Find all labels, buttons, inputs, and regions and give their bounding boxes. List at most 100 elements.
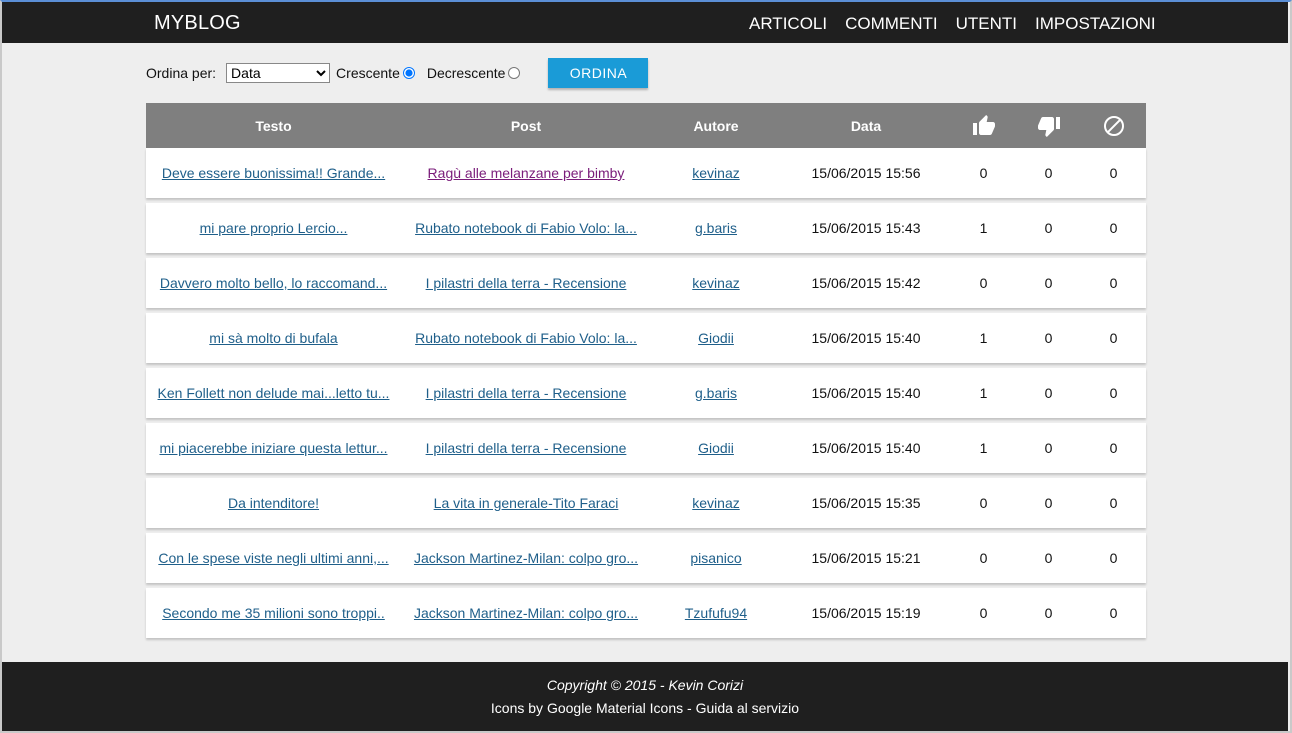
likes-count: 0 xyxy=(979,495,988,511)
post-link[interactable]: Rubato notebook di Fabio Volo: la... xyxy=(401,330,651,346)
author-link[interactable]: kevinaz xyxy=(651,495,781,511)
author-link[interactable]: pisanico xyxy=(651,550,781,566)
sort-toolbar: Ordina per: Data Crescente Decrescente O… xyxy=(146,58,649,88)
comment-date: 15/06/2015 15:40 xyxy=(811,385,921,401)
table-row: Secondo me 35 milioni sono troppi.. Jacks… xyxy=(146,588,1146,638)
comment-date: 15/06/2015 15:35 xyxy=(811,495,921,511)
dislikes-count: 0 xyxy=(1044,165,1053,181)
author-link[interactable]: Giodii xyxy=(651,330,781,346)
blocked-count: 0 xyxy=(1109,385,1118,401)
likes-count: 1 xyxy=(979,220,988,236)
credits-text: Icons by Google Material Icons - Guida a… xyxy=(490,700,800,716)
likes-count: 1 xyxy=(979,385,988,401)
dislikes-count: 0 xyxy=(1044,605,1053,621)
post-link[interactable]: Jackson Martinez-Milan: colpo gro... xyxy=(401,605,651,621)
nav-articoli[interactable]: ARTICOLI xyxy=(749,14,827,34)
blocked-count: 0 xyxy=(1109,220,1118,236)
blocked-count: 0 xyxy=(1109,275,1118,291)
likes-count: 1 xyxy=(979,440,988,456)
post-link[interactable]: I pilastri della terra - Recensione xyxy=(401,275,651,291)
blocked-count: 0 xyxy=(1109,605,1118,621)
blocked-count: 0 xyxy=(1109,440,1118,456)
table-row: mi sà molto di bufala Rubato notebook di … xyxy=(146,313,1146,363)
comment-date: 15/06/2015 15:42 xyxy=(811,275,921,291)
dislikes-count: 0 xyxy=(1044,330,1053,346)
nav-utenti[interactable]: UTENTI xyxy=(956,14,1017,34)
blocked-count: 0 xyxy=(1109,165,1118,181)
table-row: Da intenditore! La vita in generale-Tito … xyxy=(146,478,1146,528)
likes-count: 0 xyxy=(979,605,988,621)
blocked-count: 0 xyxy=(1109,550,1118,566)
comment-text-link[interactable]: Ken Follett non delude mai...letto tu... xyxy=(146,385,401,401)
comment-date: 15/06/2015 15:19 xyxy=(811,605,921,621)
table-row: mi piacerebbe iniziare questa lettur... I… xyxy=(146,423,1146,473)
dislikes-count: 0 xyxy=(1044,385,1053,401)
order-select[interactable]: Data xyxy=(226,63,331,83)
author-link[interactable]: kevinaz xyxy=(651,275,781,291)
dislikes-count: 0 xyxy=(1044,220,1053,236)
asc-radio[interactable] xyxy=(402,67,415,79)
table-row: Con le spese viste negli ultimi anni,...… xyxy=(146,533,1146,583)
comment-text-link[interactable]: Da intenditore! xyxy=(146,495,401,511)
table-body: Deve essere buonissima!! Grande... Ragù a… xyxy=(146,148,1146,638)
desc-label: Decrescente xyxy=(426,65,506,81)
likes-count: 0 xyxy=(979,275,988,291)
author-link[interactable]: Giodii xyxy=(651,440,781,456)
likes-count: 0 xyxy=(979,550,988,566)
table-row: Davvero molto bello, lo raccomand... I pi… xyxy=(146,258,1146,308)
thumb-down-icon[interactable] xyxy=(1016,114,1081,138)
post-link[interactable]: Rubato notebook di Fabio Volo: la... xyxy=(401,220,651,236)
header-author[interactable]: Autore xyxy=(651,118,781,134)
blocked-count: 0 xyxy=(1109,330,1118,346)
dislikes-count: 0 xyxy=(1044,440,1053,456)
dislikes-count: 0 xyxy=(1044,495,1053,511)
table-row: Ken Follett non delude mai...letto tu...… xyxy=(146,368,1146,418)
likes-count: 1 xyxy=(979,330,988,346)
comments-table: Testo Post Autore Data Deve essere buoni… xyxy=(146,103,1146,643)
post-link[interactable]: I pilastri della terra - Recensione xyxy=(401,440,651,456)
block-icon[interactable] xyxy=(1081,114,1146,138)
dislikes-count: 0 xyxy=(1044,550,1053,566)
comment-date: 15/06/2015 15:43 xyxy=(811,220,921,236)
header-date[interactable]: Data xyxy=(781,118,951,134)
comment-text-link[interactable]: Con le spese viste negli ultimi anni,... xyxy=(146,550,401,566)
author-link[interactable]: kevinaz xyxy=(651,165,781,181)
comment-text-link[interactable]: Secondo me 35 milioni sono troppi.. xyxy=(146,605,401,621)
nav-impostazioni[interactable]: IMPOSTAZIONI xyxy=(1035,14,1156,34)
author-link[interactable]: Tzufufu94 xyxy=(651,605,781,621)
comment-date: 15/06/2015 15:56 xyxy=(811,165,921,181)
table-row: Deve essere buonissima!! Grande... Ragù a… xyxy=(146,148,1146,198)
comment-date: 15/06/2015 15:40 xyxy=(811,330,921,346)
comment-text-link[interactable]: mi piacerebbe iniziare questa lettur... xyxy=(146,440,401,456)
header-post[interactable]: Post xyxy=(401,118,651,134)
likes-count: 0 xyxy=(979,165,988,181)
comment-text-link[interactable]: Davvero molto bello, lo raccomand... xyxy=(146,275,401,291)
desc-radio[interactable] xyxy=(508,67,521,79)
brand-logo[interactable]: MYBLOG xyxy=(154,12,241,35)
comment-text-link[interactable]: mi pare proprio Lercio... xyxy=(146,220,401,236)
post-link[interactable]: Ragù alle melanzane per bimby xyxy=(401,165,651,181)
table-row: mi pare proprio Lercio... Rubato notebook… xyxy=(146,203,1146,253)
author-link[interactable]: g.baris xyxy=(651,220,781,236)
post-link[interactable]: Jackson Martinez-Milan: colpo gro... xyxy=(401,550,651,566)
thumb-up-icon[interactable] xyxy=(951,114,1016,138)
copyright-text: Copyright © 2015 - Kevin Corizi xyxy=(546,677,744,693)
footer: Copyright © 2015 - Kevin Corizi Icons by… xyxy=(2,662,1288,731)
table-header: Testo Post Autore Data xyxy=(146,103,1146,148)
nav-commenti[interactable]: COMMENTI xyxy=(845,14,938,34)
dislikes-count: 0 xyxy=(1044,275,1053,291)
author-link[interactable]: g.baris xyxy=(651,385,781,401)
comment-text-link[interactable]: mi sà molto di bufala xyxy=(146,330,401,346)
asc-label: Crescente xyxy=(336,65,400,81)
order-label: Ordina per: xyxy=(146,65,217,81)
post-link[interactable]: La vita in generale-Tito Faraci xyxy=(401,495,651,511)
comment-text-link[interactable]: Deve essere buonissima!! Grande... xyxy=(146,165,401,181)
header-text[interactable]: Testo xyxy=(146,118,401,134)
main-menu: ARTICOLI COMMENTI UTENTI IMPOSTAZIONI xyxy=(749,14,1174,34)
top-navbar: MYBLOG ARTICOLI COMMENTI UTENTI IMPOSTAZ… xyxy=(2,2,1288,43)
blocked-count: 0 xyxy=(1109,495,1118,511)
post-link[interactable]: I pilastri della terra - Recensione xyxy=(401,385,651,401)
sort-button[interactable]: ORDINA xyxy=(548,58,649,88)
comment-date: 15/06/2015 15:21 xyxy=(811,550,921,566)
comment-date: 15/06/2015 15:40 xyxy=(811,440,921,456)
